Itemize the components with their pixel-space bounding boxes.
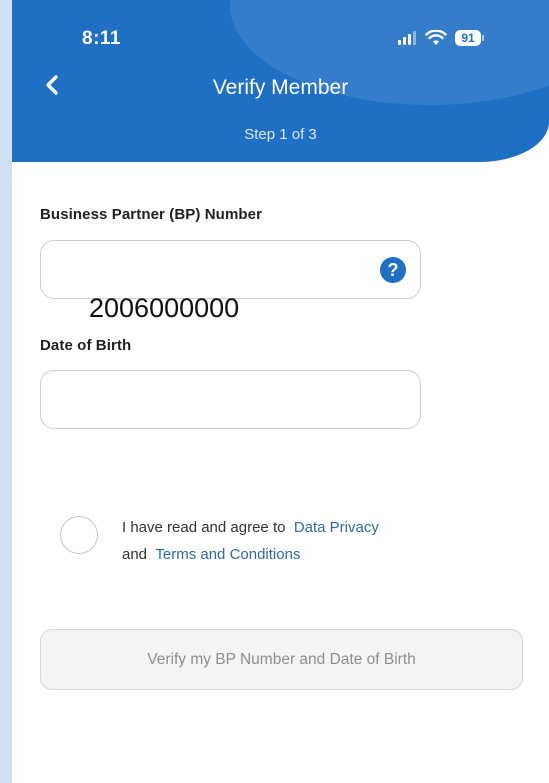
- terms-link[interactable]: Terms and Conditions: [155, 546, 300, 563]
- dob-label: Date of Birth: [40, 337, 132, 354]
- consent-text-1: I have read and agree to: [122, 519, 286, 536]
- battery-icon: 91: [455, 30, 481, 46]
- bp-number-overlay-text: 2006000000: [89, 293, 240, 323]
- bp-number-field[interactable]: ?: [40, 240, 421, 299]
- step-indicator: Step 1 of 3: [244, 126, 317, 143]
- bp-number-input[interactable]: [41, 241, 369, 298]
- dob-input[interactable]: [41, 371, 369, 428]
- question-circle-icon[interactable]: ?: [380, 257, 406, 283]
- data-privacy-link[interactable]: Data Privacy: [294, 519, 379, 536]
- app-screen: 8:11 91 Verify Member Step 1 of 3 Busine…: [12, 0, 549, 783]
- bp-number-label: Business Partner (BP) Number: [40, 206, 263, 223]
- wifi-icon: [425, 30, 447, 45]
- dob-field[interactable]: [40, 370, 421, 429]
- page-title: Verify Member: [212, 76, 349, 99]
- battery-cap: [482, 35, 484, 41]
- status-icons: 91: [398, 28, 484, 48]
- consent-text-2: and: [122, 546, 148, 563]
- verify-button[interactable]: Verify my BP Number and Date of Birth: [40, 629, 523, 690]
- signal-icon: [398, 31, 416, 45]
- consent-text: I have read and agree to Data Privacy an…: [122, 514, 379, 568]
- consent-checkbox[interactable]: [60, 516, 98, 554]
- header: 8:11 91 Verify Member Step 1 of 3: [12, 0, 549, 162]
- status-time: 8:11: [82, 28, 121, 49]
